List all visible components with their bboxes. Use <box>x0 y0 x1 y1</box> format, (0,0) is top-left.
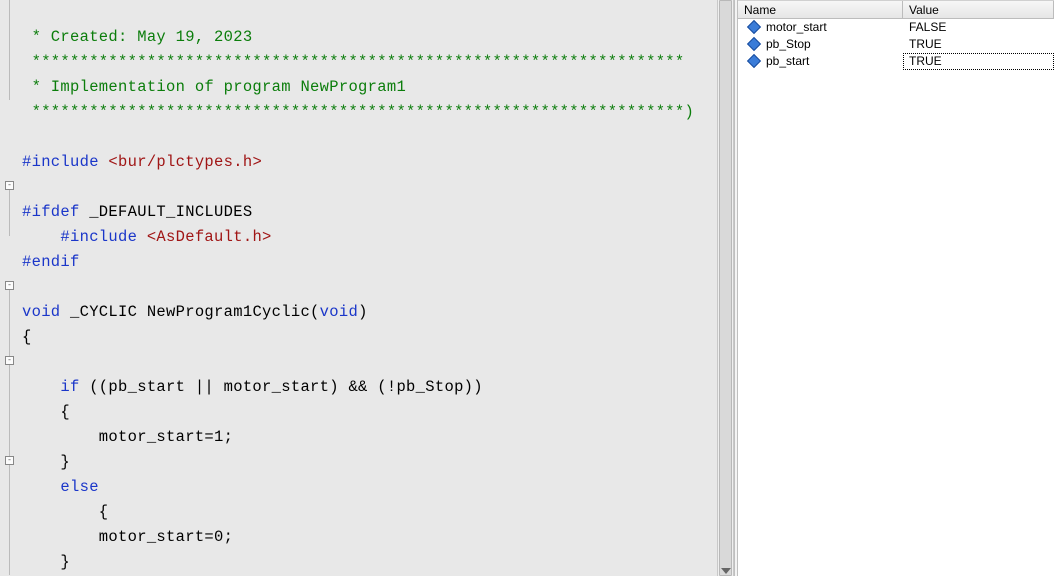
code-line: ****************************************… <box>22 103 694 121</box>
variable-icon <box>747 54 761 68</box>
code-token: if <box>22 378 80 396</box>
watch-var-value[interactable]: FALSE <box>903 19 1054 36</box>
watch-header-name[interactable]: Name <box>738 1 903 18</box>
code-token: <AsDefault.h> <box>147 228 272 246</box>
code-line: * Created: May 19, 2023 <box>22 28 252 46</box>
fold-toggle[interactable] <box>5 181 14 190</box>
code-token: _DEFAULT_INCLUDES <box>80 203 253 221</box>
code-token: #include <box>22 153 108 171</box>
variable-icon <box>747 20 761 34</box>
code-token: ) <box>358 303 368 321</box>
code-line: } <box>22 453 70 471</box>
watch-var-name: pb_start <box>766 54 809 68</box>
fold-toggle[interactable] <box>5 281 14 290</box>
code-token: #include <box>22 228 147 246</box>
code-line: { <box>22 503 108 521</box>
watch-header-value[interactable]: Value <box>903 1 1054 18</box>
code-token: NewProgram1Cyclic( <box>147 303 320 321</box>
code-token: void <box>320 303 358 321</box>
code-token: #ifdef <box>22 203 80 221</box>
code-line: motor_start=1; <box>22 428 233 446</box>
watch-var-value[interactable]: TRUE <box>903 36 1054 53</box>
watch-row[interactable]: pb_start TRUE <box>738 53 1054 70</box>
code-token: <bur/plctypes.h> <box>108 153 262 171</box>
watch-var-name: pb_Stop <box>766 37 811 51</box>
ide-window: * Created: May 19, 2023 ****************… <box>0 0 1054 576</box>
code-token: _CYCLIC <box>60 303 146 321</box>
code-line: } <box>22 553 70 571</box>
watch-panel: Name Value motor_start FALSE pb_Stop TRU… <box>738 0 1054 576</box>
scroll-down-icon[interactable] <box>721 568 731 574</box>
code-area[interactable]: * Created: May 19, 2023 ****************… <box>18 0 717 576</box>
code-line: * Implementation of program NewProgram1 <box>22 78 406 96</box>
code-line: { <box>22 403 70 421</box>
fold-toggle[interactable] <box>5 356 14 365</box>
editor-vertical-scrollbar[interactable] <box>717 0 734 576</box>
code-line: ****************************************… <box>22 53 685 71</box>
code-token: void <box>22 303 60 321</box>
code-line: { <box>22 328 32 346</box>
code-line: motor_start=0; <box>22 528 233 546</box>
watch-header: Name Value <box>738 0 1054 19</box>
watch-row[interactable]: motor_start FALSE <box>738 19 1054 36</box>
code-editor-pane: * Created: May 19, 2023 ****************… <box>0 0 717 576</box>
watch-var-value[interactable]: TRUE <box>903 53 1054 70</box>
code-token: #endif <box>22 253 80 271</box>
code-token: ((pb_start || motor_start) && (!pb_Stop)… <box>80 378 483 396</box>
scrollbar-thumb[interactable] <box>719 0 732 576</box>
fold-toggle[interactable] <box>5 456 14 465</box>
watch-var-name: motor_start <box>766 20 827 34</box>
fold-gutter <box>0 0 18 576</box>
watch-row[interactable]: pb_Stop TRUE <box>738 36 1054 53</box>
variable-icon <box>747 37 761 51</box>
code-line: else <box>22 478 99 496</box>
